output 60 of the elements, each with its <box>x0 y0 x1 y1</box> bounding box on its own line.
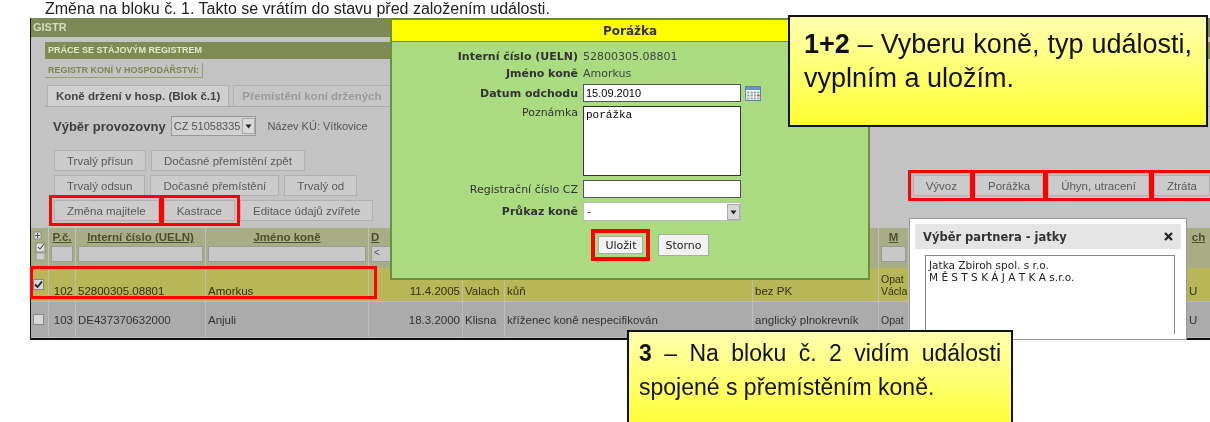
cell-text: Opat Václa <box>881 273 908 297</box>
text-input[interactable] <box>583 180 741 198</box>
cell-text: anglický plnokrevník <box>755 313 859 326</box>
cell-text: 18.3.2000 <box>408 313 460 326</box>
action-button[interactable]: Dočasné přemístění <box>150 175 280 196</box>
list-item[interactable]: M Ě S T S K Á J A T K A s.r.o. <box>929 271 1171 283</box>
callout-note: 3 – Na bloku č. 2 vidím události spojené s přemístěním koně. <box>627 330 1013 422</box>
cell-text: kříženec koně nespecifikován <box>507 313 658 326</box>
filter-input[interactable] <box>881 246 906 262</box>
dropdown[interactable]: - <box>583 202 741 221</box>
cell-text: bez PK <box>755 285 793 297</box>
action-button[interactable]: Trvalý od <box>284 175 358 196</box>
field-label: Poznámka <box>520 106 578 119</box>
partner-dialog-title: Výběr partnera - jatky <box>923 229 1067 244</box>
cell-text: Klisna <box>465 313 497 326</box>
column-header[interactable]: Jméno koně <box>208 231 366 243</box>
document-heading: Změna na bloku č. 1. Takto se vrátím do stavu před založením události. <box>44 0 551 18</box>
filter-input[interactable] <box>78 246 203 262</box>
callout-note: 1+2 – Vyberu koně, typ události, vyplním a uložím. <box>788 15 1208 127</box>
cell-text: U <box>1189 313 1198 326</box>
action-button[interactable]: Trvalý přísun <box>54 150 147 171</box>
cell-text: DE437370632000 <box>78 313 171 326</box>
field-label: Datum odchodu <box>479 86 578 100</box>
cell-text: 11.4.2005 <box>409 285 460 297</box>
filter-input[interactable] <box>51 246 73 262</box>
column-header[interactable]: P.č. <box>51 231 73 243</box>
facility-label: Výběr provozovny <box>53 118 166 134</box>
cell-text: 52800305.08801 <box>78 285 165 297</box>
subsection-title: REGISTR KONÍ V HOSPODÁŘSTVÍ: <box>45 63 203 78</box>
row-checkbox[interactable] <box>33 279 44 290</box>
field-label: Průkaz koně <box>500 205 578 218</box>
action-button[interactable]: Trvalý odsun <box>54 175 146 196</box>
field-label: Jméno koně <box>504 67 578 80</box>
action-button[interactable]: Dočasné přemístění zpět <box>151 150 305 171</box>
field-label: Registrační číslo CZ <box>468 182 578 196</box>
row-checkbox[interactable] <box>33 314 44 325</box>
cell-text: 102 <box>53 285 73 297</box>
column-header[interactable]: M <box>881 231 906 243</box>
list-item[interactable]: Jatka Zbiroh spol. s r.o. <box>929 259 1171 271</box>
dialog-button[interactable]: Uložit <box>591 229 651 261</box>
cell-text: Anjuli <box>208 313 237 326</box>
cell-text: Valach <box>465 285 500 297</box>
cell-text: Opat <box>881 313 904 326</box>
select-all-icon[interactable] <box>33 231 46 261</box>
column-header[interactable]: Interní číslo (UELN) <box>78 231 203 243</box>
action-button[interactable]: Editace údajů zvířete <box>240 200 374 221</box>
cell-text: kůň <box>507 285 526 297</box>
note-textarea[interactable]: porážka <box>583 106 741 176</box>
close-icon[interactable] <box>1164 232 1173 241</box>
calendar-icon[interactable] <box>745 85 761 101</box>
cell-text: U <box>1189 285 1198 297</box>
district-text: Název KÚ: Vítkovice <box>267 120 368 132</box>
date-input[interactable]: 15.09.2010 <box>583 84 741 102</box>
facility-select[interactable]: CZ 51058335 <box>170 116 257 136</box>
cell-text: 103 <box>53 313 73 326</box>
dialog-button[interactable]: Storno <box>658 234 709 256</box>
tab[interactable]: Koně držení v hosp. (Blok č.1) <box>47 85 230 106</box>
cell-text: Amorkus <box>208 285 254 297</box>
filter-input[interactable] <box>208 246 366 262</box>
column-header[interactable]: ch <box>1189 231 1208 243</box>
